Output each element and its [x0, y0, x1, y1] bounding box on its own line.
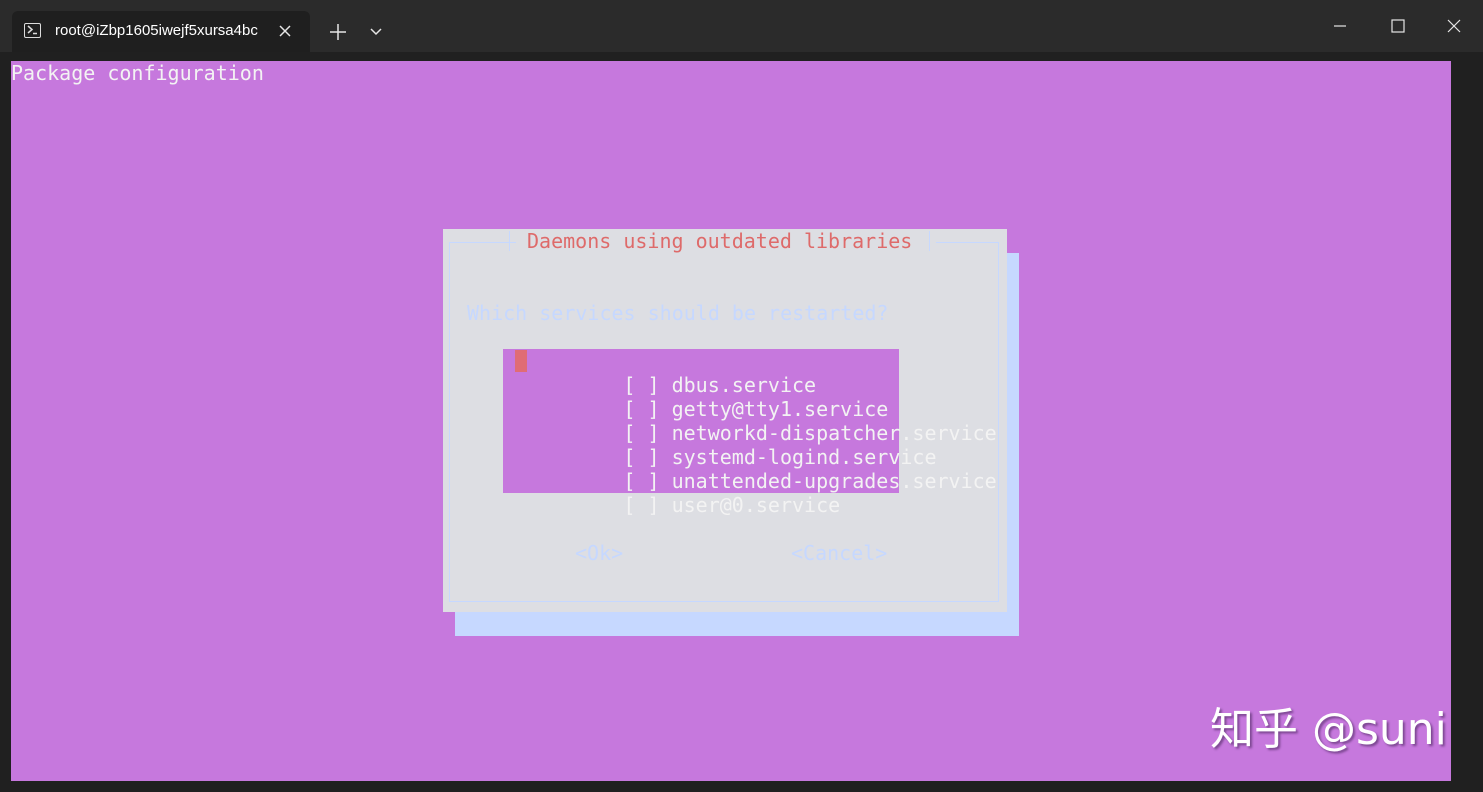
- list-item-networkd-dispatcher-service[interactable]: [ ] networkd-dispatcher.service: [503, 397, 996, 445]
- list-item-dbus-service[interactable]: [ ] dbus.service: [503, 349, 899, 397]
- zhihu-watermark: 知乎 @suni: [1210, 704, 1447, 755]
- cancel-button[interactable]: <Cancel>: [791, 541, 887, 565]
- dialog-title: Daemons using outdated libraries: [527, 229, 913, 253]
- selection-cursor: [515, 350, 527, 372]
- powershell-icon: [24, 23, 41, 38]
- services-checklist: [ ] dbus.service [ ] getty@tty1.service …: [503, 349, 997, 517]
- package-configuration-header: Package configuration: [11, 61, 264, 85]
- restart-services-dialog: Daemons using outdated libraries Which s…: [443, 229, 1007, 612]
- list-item-user-service[interactable]: [ ] user@0.service: [503, 469, 899, 517]
- maximize-icon[interactable]: [1376, 8, 1420, 44]
- ok-button[interactable]: <Ok>: [575, 541, 623, 565]
- terminal-window: root@iZbp1605iwejf5xursa4bc Package conf…: [0, 0, 1483, 792]
- chevron-down-icon[interactable]: [364, 18, 388, 46]
- close-icon[interactable]: [1432, 8, 1476, 44]
- title-bar: root@iZbp1605iwejf5xursa4bc: [0, 0, 1483, 52]
- terminal-tab[interactable]: root@iZbp1605iwejf5xursa4bc: [12, 11, 310, 52]
- tab-close-icon[interactable]: [276, 22, 294, 40]
- dialog-prompt: Which services should be restarted?: [467, 301, 889, 325]
- title-divider: [509, 231, 510, 251]
- title-divider: [929, 231, 930, 251]
- list-item-unattended-upgrades-service[interactable]: [ ] unattended-upgrades.service: [503, 445, 996, 493]
- list-item-getty-service[interactable]: [ ] getty@tty1.service: [503, 373, 899, 421]
- minimize-icon[interactable]: [1318, 8, 1362, 44]
- list-item-systemd-logind-service[interactable]: [ ] systemd-logind.service: [503, 421, 936, 469]
- plus-icon[interactable]: [324, 18, 352, 46]
- service-label: user@0.service: [671, 493, 841, 517]
- terminal-screen[interactable]: Package configuration Daemons using outd…: [11, 61, 1451, 781]
- tab-title: root@iZbp1605iwejf5xursa4bc: [55, 22, 258, 39]
- checkbox[interactable]: [ ]: [623, 493, 659, 517]
